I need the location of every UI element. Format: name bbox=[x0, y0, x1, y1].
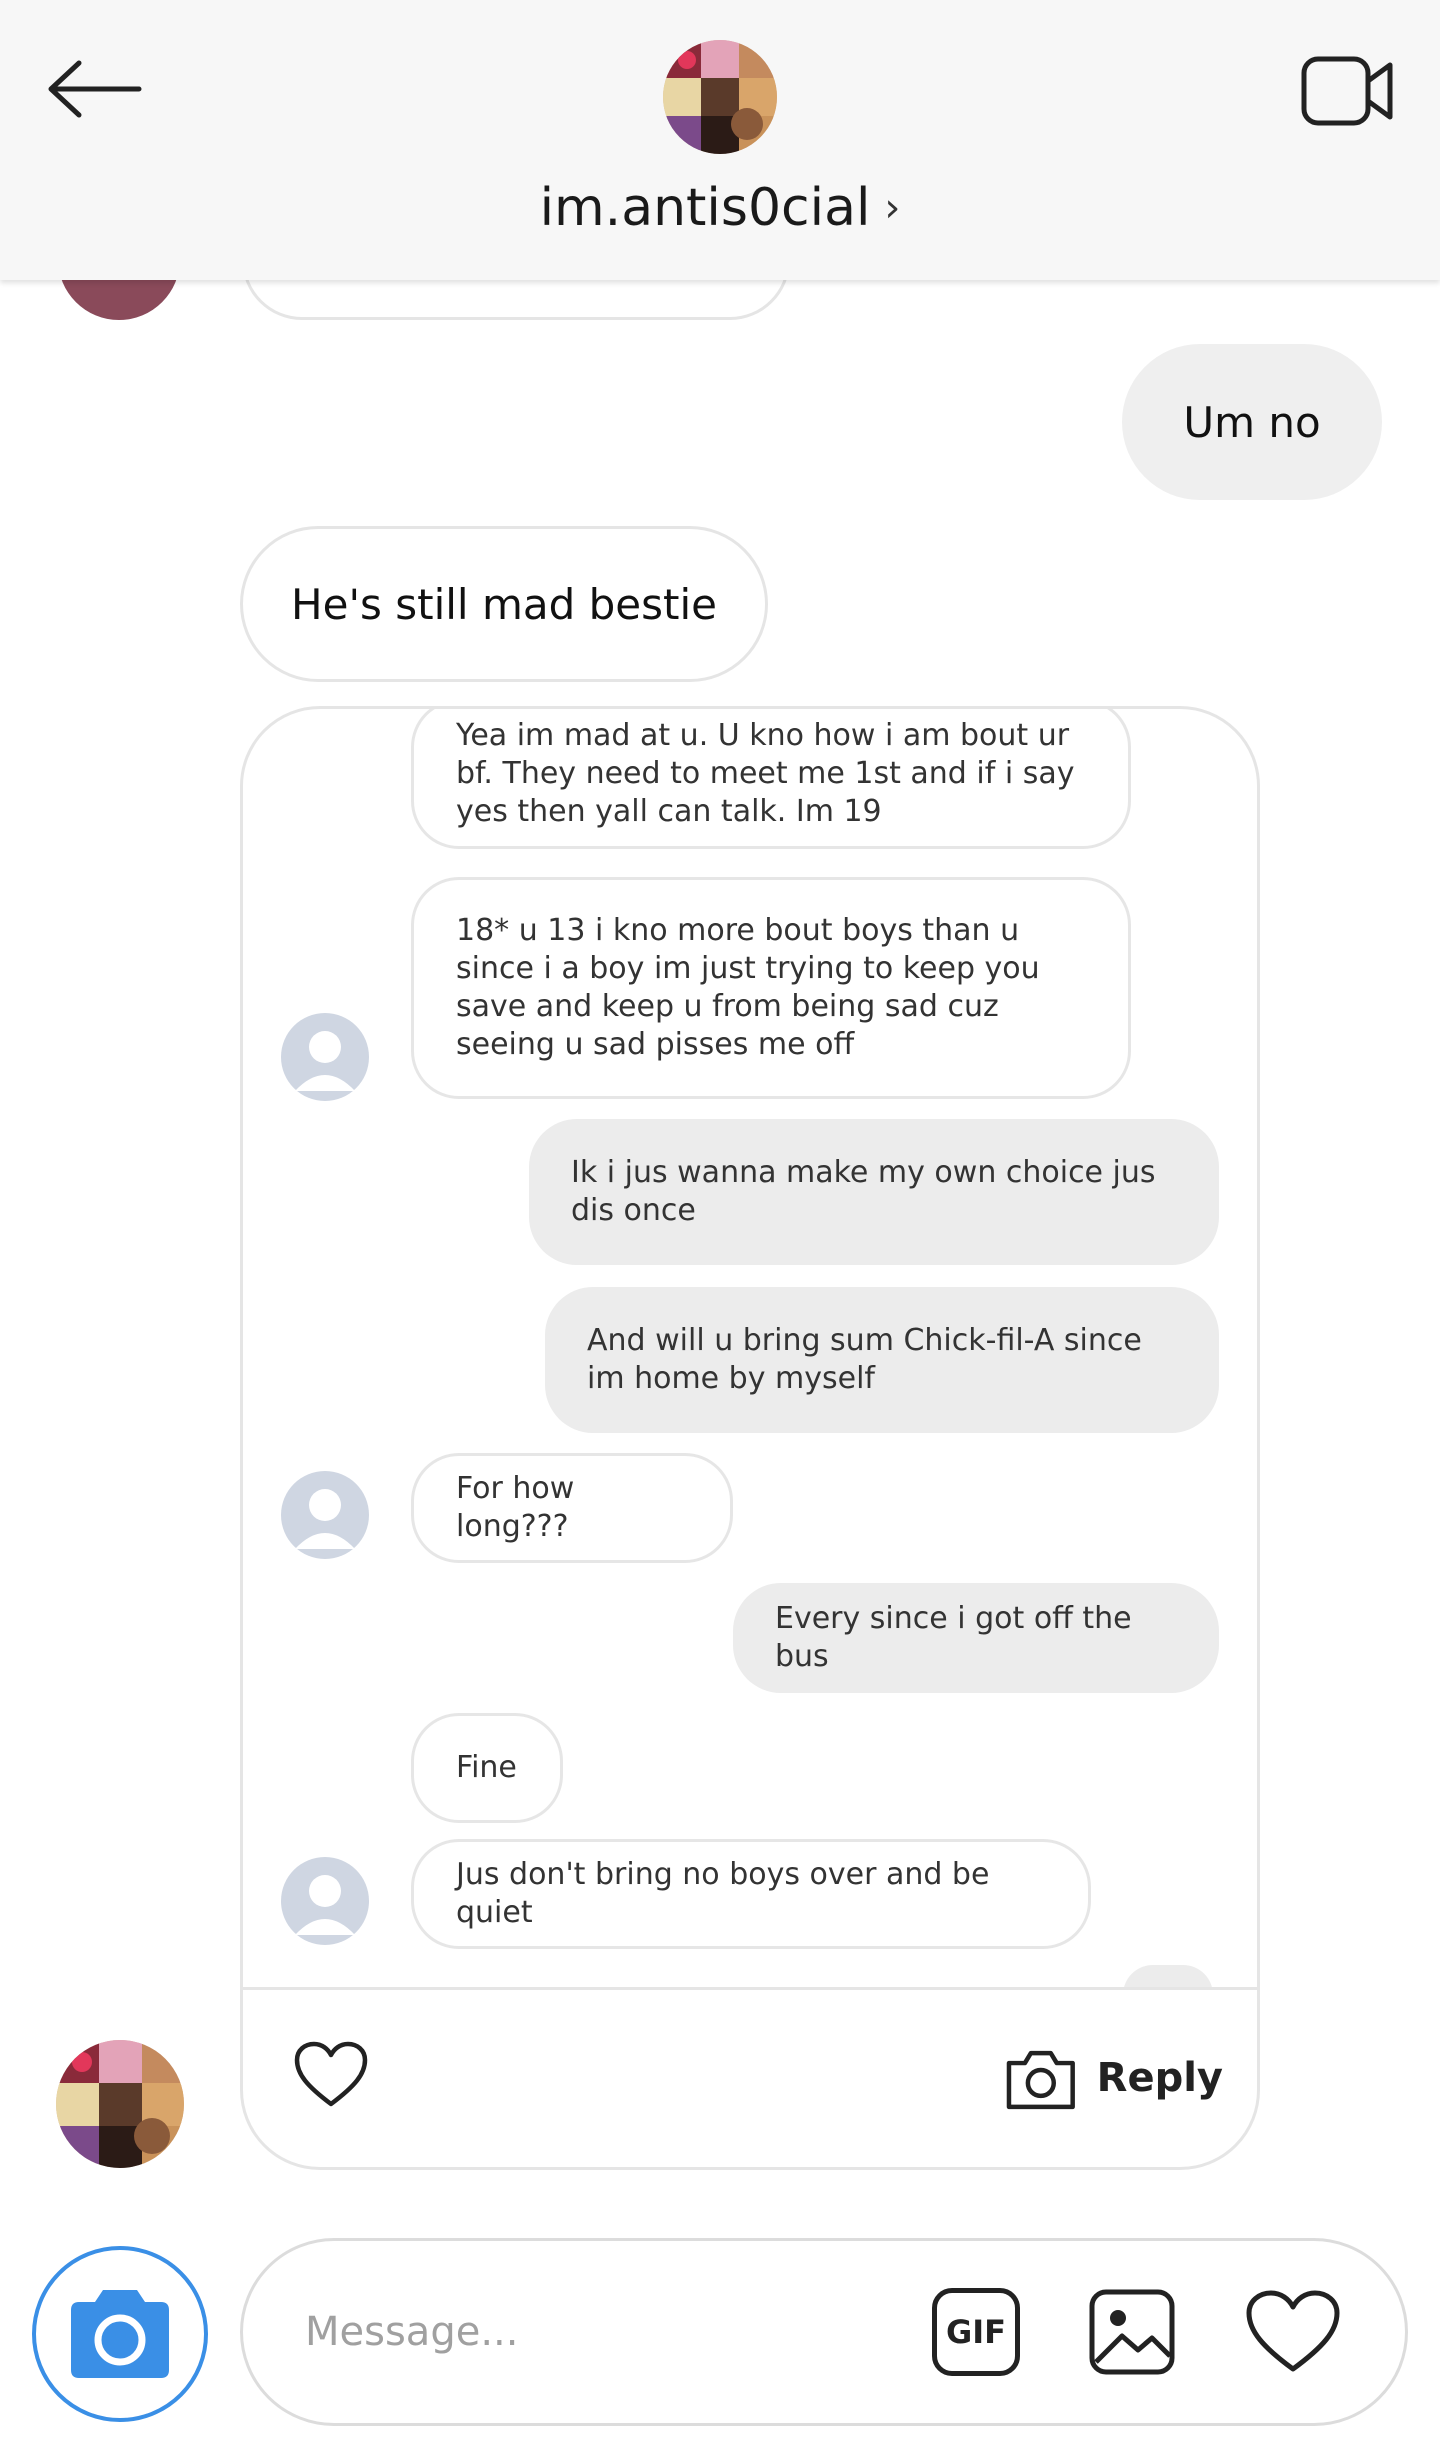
gif-button[interactable]: GIF bbox=[927, 2283, 1025, 2381]
shared-screenshot[interactable]: Yea im mad at u. U kno how i am bout ur … bbox=[243, 709, 1257, 1987]
heart-icon bbox=[1246, 2290, 1340, 2372]
message-input[interactable] bbox=[303, 2281, 867, 2383]
contact-username[interactable]: im.antis0cial › bbox=[420, 168, 1020, 248]
contact-avatar[interactable] bbox=[663, 40, 777, 154]
screenshot-outgoing-message: Ik i jus wanna make my own choice jus di… bbox=[529, 1119, 1219, 1265]
chat-header: im.antis0cial › bbox=[0, 0, 1440, 280]
screenshot-message-text: Yea im mad at u. U kno how i am bout ur … bbox=[456, 718, 1075, 829]
screenshot-outgoing-message: And will u bring sum Chick-fil-A since i… bbox=[545, 1287, 1219, 1433]
username-text: im.antis0cial bbox=[539, 178, 871, 238]
heart-icon[interactable] bbox=[293, 2040, 369, 2110]
screenshot-outgoing-message: Every since i got off the bus bbox=[733, 1583, 1219, 1693]
screenshot-bubble-partial bbox=[1123, 1965, 1213, 1987]
camera-icon bbox=[60, 2274, 180, 2394]
screenshot-incoming-message: Jus don't bring no boys over and be quie… bbox=[411, 1839, 1091, 1949]
gif-icon: GIF bbox=[932, 2288, 1020, 2376]
message-composer: GIF bbox=[240, 2238, 1408, 2426]
reply-label: Reply bbox=[1096, 2055, 1223, 2101]
screenshot-incoming-message: Fine bbox=[411, 1713, 563, 1823]
message-text: Um no bbox=[1183, 397, 1321, 447]
card-action-bar: Reply bbox=[243, 1987, 1257, 2167]
screenshot-message-text: Fine bbox=[456, 1750, 517, 1785]
video-call-icon[interactable] bbox=[1295, 48, 1400, 134]
default-avatar-icon bbox=[281, 1471, 369, 1559]
screenshot-message-text: Every since i got off the bus bbox=[775, 1601, 1132, 1674]
screenshot-message-text: Jus don't bring no boys over and be quie… bbox=[456, 1857, 990, 1930]
reply-button[interactable]: Reply bbox=[1003, 2038, 1223, 2118]
screenshot-message-text: And will u bring sum Chick-fil-A since i… bbox=[587, 1323, 1142, 1396]
screenshot-incoming-message: For how long??? bbox=[411, 1453, 733, 1563]
screenshot-message-text: For how long??? bbox=[456, 1471, 575, 1544]
camera-button[interactable] bbox=[32, 2246, 208, 2422]
screenshot-incoming-message: 18* u 13 i kno more bout boys than u sin… bbox=[411, 877, 1131, 1099]
message-text: He's still mad bestie bbox=[291, 579, 717, 629]
outgoing-message[interactable]: Um no bbox=[1122, 344, 1382, 500]
contact-avatar-small[interactable] bbox=[56, 2040, 184, 2168]
like-button[interactable] bbox=[1243, 2283, 1343, 2381]
chevron-right-icon: › bbox=[884, 185, 901, 231]
image-icon bbox=[1089, 2289, 1175, 2375]
screenshot-incoming-message: Yea im mad at u. U kno how i am bout ur … bbox=[411, 709, 1131, 849]
camera-icon bbox=[1006, 2050, 1075, 2110]
screenshot-message-text: Ik i jus wanna make my own choice jus di… bbox=[571, 1155, 1156, 1228]
incoming-message[interactable]: He's still mad bestie bbox=[240, 526, 768, 682]
default-avatar-icon bbox=[281, 1013, 369, 1101]
screenshot-message-text: 18* u 13 i kno more bout boys than u sin… bbox=[456, 913, 1040, 1062]
gallery-button[interactable] bbox=[1083, 2283, 1181, 2381]
back-arrow-icon[interactable] bbox=[40, 46, 150, 132]
shared-image-message[interactable]: Yea im mad at u. U kno how i am bout ur … bbox=[240, 706, 1260, 2170]
default-avatar-icon bbox=[281, 1857, 369, 1945]
